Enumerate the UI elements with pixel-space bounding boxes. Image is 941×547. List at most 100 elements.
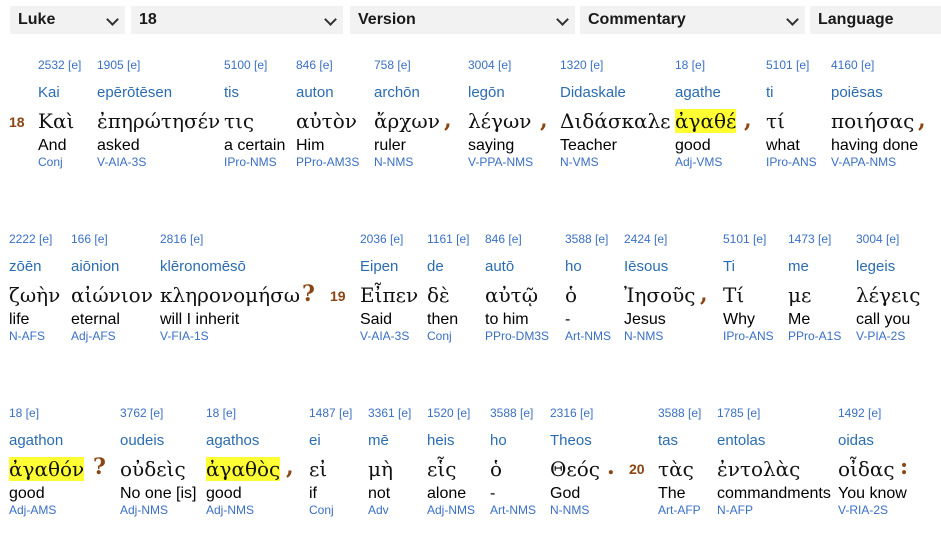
morphology-code[interactable]: Adj-NMS [120,503,196,517]
commentary-select[interactable]: Commentary [580,6,805,34]
transliteration[interactable]: mē [368,432,411,458]
morphology-code[interactable]: Conj [427,329,469,343]
transliteration[interactable]: agathe [675,84,736,110]
morphology-code[interactable]: Adj-NMS [427,503,475,517]
transliteration[interactable]: auton [296,84,359,110]
transliteration[interactable]: ho [490,432,536,458]
strongs-number[interactable]: 18 [e] [9,406,84,432]
strongs-number[interactable]: 1473 [e] [788,232,841,258]
strongs-number[interactable]: 3588 [e] [658,406,701,432]
strongs-number[interactable]: 1487 [e] [309,406,352,432]
morphology-code[interactable]: Art-NMS [565,329,611,343]
transliteration[interactable]: archōn [374,84,440,110]
transliteration[interactable]: Didaskale [560,84,671,110]
transliteration[interactable]: de [427,258,469,284]
strongs-number[interactable]: 1785 [e] [717,406,831,432]
transliteration[interactable]: tis [224,84,285,110]
morphology-code[interactable]: V-RIA-2S [838,503,907,517]
strongs-number[interactable]: 1492 [e] [838,406,907,432]
transliteration[interactable]: Eipen [360,258,418,284]
strongs-number[interactable]: 1161 [e] [427,232,469,258]
morphology-code[interactable]: PPro-AM3S [296,155,359,169]
transliteration[interactable]: tas [658,432,701,458]
strongs-number[interactable]: 3588 [e] [490,406,536,432]
strongs-number[interactable]: 846 [e] [485,232,549,258]
strongs-number[interactable]: 18 [e] [206,406,280,432]
strongs-number[interactable]: 2036 [e] [360,232,418,258]
strongs-number[interactable]: 3762 [e] [120,406,196,432]
morphology-code[interactable]: N-VMS [560,155,671,169]
transliteration[interactable]: heis [427,432,475,458]
morphology-code[interactable]: Adj-AMS [9,503,84,517]
morphology-code[interactable]: N-AFS [9,329,60,343]
transliteration[interactable]: me [788,258,841,284]
morphology-code[interactable]: PPro-DM3S [485,329,549,343]
morphology-code[interactable]: IPro-ANS [766,155,817,169]
transliteration[interactable]: poiēsas [831,84,918,110]
morphology-code[interactable]: IPro-ANS [723,329,774,343]
transliteration[interactable]: autō [485,258,549,284]
morphology-code[interactable]: Conj [38,155,81,169]
book-select[interactable]: Luke [10,6,125,34]
transliteration[interactable]: oidas [838,432,907,458]
strongs-number[interactable]: 2816 [e] [160,232,300,258]
strongs-number[interactable]: 3588 [e] [565,232,611,258]
transliteration[interactable]: Theos [550,432,600,458]
transliteration[interactable]: legōn [468,84,533,110]
transliteration[interactable]: klēronomēsō [160,258,300,284]
transliteration[interactable]: entolas [717,432,831,458]
strongs-number[interactable]: 3361 [e] [368,406,411,432]
morphology-code[interactable]: Art-NMS [490,503,536,517]
morphology-code[interactable]: V-FIA-1S [160,329,300,343]
morphology-code[interactable]: Art-AFP [658,503,701,517]
morphology-code[interactable]: Adj-AFS [71,329,153,343]
strongs-number[interactable]: 2424 [e] [624,232,695,258]
strongs-number[interactable]: 3004 [e] [468,58,533,84]
morphology-code[interactable]: V-APA-NMS [831,155,918,169]
strongs-number[interactable]: 5101 [e] [723,232,774,258]
transliteration[interactable]: epērōtēsen [97,84,220,110]
morphology-code[interactable]: IPro-NMS [224,155,285,169]
strongs-number[interactable]: 2532 [e] [38,58,81,84]
morphology-code[interactable]: Adv [368,503,411,517]
transliteration[interactable]: aiōnion [71,258,153,284]
morphology-code[interactable]: Conj [309,503,352,517]
morphology-code[interactable]: N-NMS [550,503,600,517]
transliteration[interactable]: ei [309,432,352,458]
version-select[interactable]: Version [350,6,575,34]
strongs-number[interactable]: 5100 [e] [224,58,285,84]
transliteration[interactable]: Iēsous [624,258,695,284]
morphology-code[interactable]: N-AFP [717,503,831,517]
morphology-code[interactable]: Adj-NMS [206,503,280,517]
strongs-number[interactable]: 758 [e] [374,58,440,84]
strongs-number[interactable]: 5101 [e] [766,58,817,84]
strongs-number[interactable]: 4160 [e] [831,58,918,84]
transliteration[interactable]: legeis [856,258,920,284]
transliteration[interactable]: Kai [38,84,81,110]
morphology-code[interactable]: N-NMS [624,329,695,343]
strongs-number[interactable]: 1520 [e] [427,406,475,432]
strongs-number[interactable]: 2316 [e] [550,406,600,432]
chapter-select[interactable]: 18 [131,6,343,34]
transliteration[interactable]: agathon [9,432,84,458]
strongs-number[interactable]: 1905 [e] [97,58,220,84]
strongs-number[interactable]: 1320 [e] [560,58,671,84]
morphology-code[interactable]: V-PPA-NMS [468,155,533,169]
morphology-code[interactable]: PPro-A1S [788,329,841,343]
strongs-number[interactable]: 3004 [e] [856,232,920,258]
morphology-code[interactable]: V-AIA-3S [97,155,220,169]
transliteration[interactable]: Ti [723,258,774,284]
morphology-code[interactable]: Adj-VMS [675,155,736,169]
strongs-number[interactable]: 166 [e] [71,232,153,258]
morphology-code[interactable]: V-AIA-3S [360,329,418,343]
transliteration[interactable]: agathos [206,432,280,458]
strongs-number[interactable]: 2222 [e] [9,232,60,258]
morphology-code[interactable]: N-NMS [374,155,440,169]
transliteration[interactable]: zōēn [9,258,60,284]
transliteration[interactable]: oudeis [120,432,196,458]
transliteration[interactable]: ho [565,258,611,284]
strongs-number[interactable]: 846 [e] [296,58,359,84]
morphology-code[interactable]: V-PIA-2S [856,329,920,343]
language-select[interactable]: Language [810,6,941,34]
transliteration[interactable]: ti [766,84,817,110]
